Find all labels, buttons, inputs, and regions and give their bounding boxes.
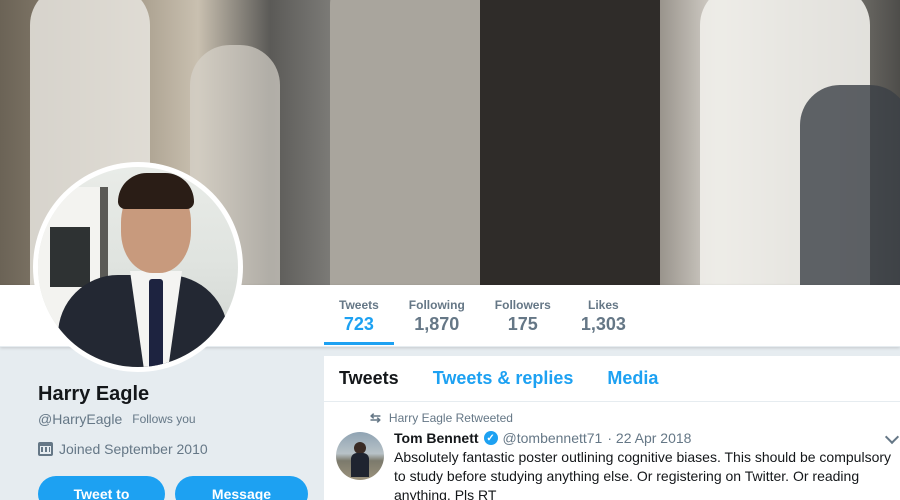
tweet-author-name[interactable]: Tom Bennett	[394, 430, 479, 446]
retweet-icon: ⇆	[370, 410, 381, 425]
stat-tweets[interactable]: Tweets 723	[324, 285, 394, 347]
stat-value: 1,870	[414, 314, 460, 334]
tweet[interactable]: ⇆ Harry Eagle Retweeted Tom Bennett ✓ @t…	[324, 402, 900, 500]
calendar-icon	[38, 442, 53, 456]
stat-value: 723	[343, 314, 374, 334]
tab-tweets-replies[interactable]: Tweets & replies	[433, 368, 574, 389]
banner-figure	[330, 0, 500, 285]
profile-card: Harry Eagle @HarryEagle Follows you Join…	[38, 383, 308, 457]
tweet-text: Absolutely fantastic poster outlining co…	[394, 449, 892, 500]
tweet-to-button[interactable]: Tweet to	[38, 476, 165, 500]
profile-stats: Tweets 723 Following 1,870 Followers 175…	[324, 285, 641, 347]
banner-figure	[480, 0, 660, 285]
stat-label: Followers	[494, 298, 551, 312]
stat-label: Likes	[587, 298, 619, 312]
stat-value: 1,303	[580, 314, 626, 334]
stat-following[interactable]: Following 1,870	[394, 285, 480, 347]
avatar-photo	[38, 167, 238, 367]
profile-actions: Tweet to Message	[38, 476, 308, 500]
tweet-author-avatar[interactable]	[336, 432, 384, 480]
retweeted-by[interactable]: Harry Eagle Retweeted	[389, 411, 513, 425]
retweet-context: ⇆ Harry Eagle Retweeted	[370, 410, 900, 426]
tab-media[interactable]: Media	[607, 368, 658, 389]
joined-date: Joined September 2010	[38, 441, 308, 457]
banner-figure	[800, 85, 900, 285]
stat-likes[interactable]: Likes 1,303	[566, 285, 641, 347]
profile-name[interactable]: Harry Eagle	[38, 383, 308, 406]
message-button[interactable]: Message	[175, 476, 308, 500]
tab-tweets[interactable]: Tweets	[339, 368, 399, 389]
stat-label: Following	[408, 298, 465, 312]
tweet-header: Tom Bennett ✓ @tombennett71 · 22 Apr 201…	[394, 430, 900, 446]
profile-handle[interactable]: @HarryEagle	[38, 411, 122, 427]
tweet-author-handle[interactable]: @tombennett71	[503, 430, 603, 446]
follows-you-badge: Follows you	[132, 412, 196, 426]
chevron-down-icon[interactable]	[886, 432, 898, 444]
timeline: Tweets Tweets & replies Media ⇆ Harry Ea…	[324, 356, 900, 500]
stat-followers[interactable]: Followers 175	[480, 285, 566, 347]
tweet-date[interactable]: · 22 Apr 2018	[607, 430, 691, 446]
timeline-tabs: Tweets Tweets & replies Media	[324, 356, 900, 402]
stat-value: 175	[507, 314, 538, 334]
handle-row: @HarryEagle Follows you	[38, 411, 308, 427]
profile-avatar[interactable]	[33, 162, 243, 372]
joined-label: Joined September 2010	[59, 441, 208, 457]
stat-label: Tweets	[339, 298, 379, 312]
verified-icon: ✓	[483, 431, 498, 445]
